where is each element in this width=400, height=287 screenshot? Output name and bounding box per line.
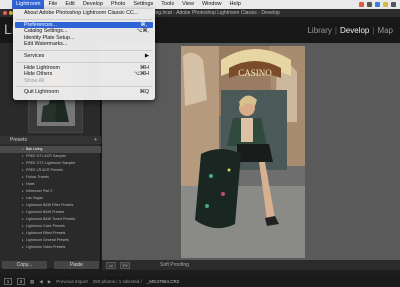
menu-item-shortcut: ⌘, [140, 21, 147, 28]
menu-item: Show All [13, 78, 155, 85]
develop-toolbar: ▭ YY Soft Proofing [102, 260, 400, 270]
grid-icon[interactable]: ▦ [30, 279, 34, 285]
menu-item-shortcut: ⌘Q [139, 89, 149, 96]
add-preset-button[interactable]: + [94, 136, 97, 144]
menu-help[interactable]: Help [226, 0, 245, 9]
preset-folder[interactable]: Lightroom Color Presets [0, 223, 101, 230]
tray-icon[interactable] [383, 2, 388, 7]
menu-item[interactable]: Quit Lightroom ⌘Q [13, 89, 155, 96]
menu-divider [16, 49, 152, 51]
menu-develop[interactable]: Develop [79, 0, 107, 9]
menu-item[interactable]: Catalog Settings... ⌥⌘, [13, 28, 155, 35]
preset-folder[interactable]: FREE GTC Lightroom Sampler [0, 160, 101, 167]
menu-view[interactable]: View [178, 0, 198, 9]
menu-item-label: Services [24, 52, 45, 59]
menu-item-shortcut: ⌥⌘, [136, 28, 149, 35]
menu-item[interactable]: About Adobe Photoshop Lightroom Classic … [13, 10, 155, 17]
tray-icon[interactable] [359, 2, 364, 7]
menu-item[interactable]: Hide Lightroom ⌘H [13, 65, 155, 72]
tray-icon[interactable] [391, 2, 396, 7]
menu-item-shortcut: ⌥⌘H [133, 71, 149, 78]
preset-folder[interactable]: Lightroom B&W Toned Presets [0, 216, 101, 223]
preset-folder[interactable]: Influencer Part 2 [0, 188, 101, 195]
menu-item[interactable]: Edit Watermarks... [13, 41, 155, 48]
paste-button[interactable]: Paste [54, 261, 99, 269]
module-map[interactable]: Map [374, 26, 396, 35]
presets-list: Bali LivingFREE GTL ACR SamplerFREE GTC … [0, 146, 101, 258]
preset-folder[interactable]: Lightroom Video Presets [0, 244, 101, 251]
photo-image: CASINO [181, 46, 305, 258]
secondary-display-button[interactable]: 2 [17, 278, 25, 285]
close-window-button[interactable] [3, 11, 7, 15]
menu-item[interactable]: Services ▶ [13, 53, 155, 60]
menu-window[interactable]: Window [198, 0, 226, 9]
loupe-view-icon[interactable]: ▭ [106, 261, 116, 269]
menu-settings[interactable]: Settings [129, 0, 157, 9]
menu-bar: Lightroom File Edit Develop Photo Settin… [0, 0, 400, 9]
preset-folder[interactable]: Follow Travels [0, 174, 101, 181]
tray-icon[interactable] [375, 2, 380, 7]
menu-divider [16, 61, 152, 63]
menu-item-label: About Adobe Photoshop Lightroom Classic … [24, 10, 139, 16]
menu-file[interactable]: File [44, 0, 61, 9]
menu-photo[interactable]: Photo [107, 0, 129, 9]
menu-divider [16, 86, 152, 88]
menu-item[interactable]: Preferences... ⌘, [15, 21, 153, 29]
menu-item[interactable]: Identity Plate Setup... [13, 35, 155, 42]
copy-button[interactable]: Copy... [2, 261, 47, 269]
preset-folder[interactable]: Lightroom B&W Presets [0, 209, 101, 216]
casino-sign-text: CASINO [238, 68, 272, 78]
soft-proofing-toggle[interactable]: Soft Proofing [160, 262, 189, 268]
module-develop[interactable]: Develop [337, 26, 372, 35]
filmstrip-count: 250 photos / 1 selected / [92, 279, 142, 284]
menu-item-label: Quit Lightroom [24, 89, 59, 96]
menu-item[interactable]: Hide Others ⌥⌘H [13, 71, 155, 78]
menu-edit[interactable]: Edit [61, 0, 78, 9]
preset-folder[interactable]: Lightroom B&W Filter Presets [0, 202, 101, 209]
preset-folder[interactable]: Hotel [0, 181, 101, 188]
filmstrip-filename: _MG47554.CR2 [146, 279, 180, 284]
module-picker: Library | Develop | Map [304, 26, 396, 35]
tray-icon[interactable] [367, 2, 372, 7]
menu-item-label: Edit Watermarks... [24, 41, 68, 48]
module-library[interactable]: Library [304, 26, 334, 35]
menu-item-shortcut: ▶ [144, 52, 149, 59]
menu-lightroom[interactable]: Lightroom [12, 0, 45, 9]
back-arrow-icon[interactable]: ◀ [39, 279, 42, 285]
forward-arrow-icon[interactable]: ▶ [48, 279, 51, 285]
menu-tools[interactable]: Tools [157, 0, 178, 9]
menu-divider [16, 18, 152, 20]
lightroom-app-menu: About Adobe Photoshop Lightroom Classic … [13, 9, 155, 100]
menu-item-label: Hide Lightroom [24, 64, 60, 71]
status-tray [359, 2, 400, 7]
preset-folder[interactable]: Las Vegas [0, 195, 101, 202]
menu-item-label: Catalog Settings... [24, 28, 68, 35]
copy-paste-bar: Copy... Paste [2, 261, 99, 269]
preset-folder[interactable]: Lightroom Effect Presets [0, 230, 101, 237]
filmstrip-bar: 1 2 ▦ ◀ ▶ Previous Import 250 photos / 1… [0, 276, 400, 287]
menu-item-label: Preferences... [24, 21, 57, 28]
preset-folder[interactable]: Bali Living [0, 146, 101, 153]
menu-item-shortcut: ⌘H [139, 64, 149, 71]
preset-folder[interactable]: Lightroom General Presets [0, 237, 101, 244]
before-after-icon[interactable]: YY [120, 261, 130, 269]
filmstrip-source[interactable]: Previous Import [56, 279, 88, 284]
secondary-display-button[interactable]: 1 [4, 278, 12, 285]
menu-item-label: Identity Plate Setup... [24, 34, 75, 41]
preset-folder[interactable]: FREE LR ACR Presets [0, 167, 101, 174]
menu-item-label: Hide Others [24, 71, 53, 78]
menu-item-label: Show All [24, 77, 45, 84]
preset-folder[interactable]: FREE GTL ACR Sampler [0, 153, 101, 160]
photo-preview[interactable]: CASINO [181, 46, 305, 258]
presets-panel-header[interactable]: Presets + [0, 136, 101, 144]
presets-title: Presets [10, 137, 27, 143]
